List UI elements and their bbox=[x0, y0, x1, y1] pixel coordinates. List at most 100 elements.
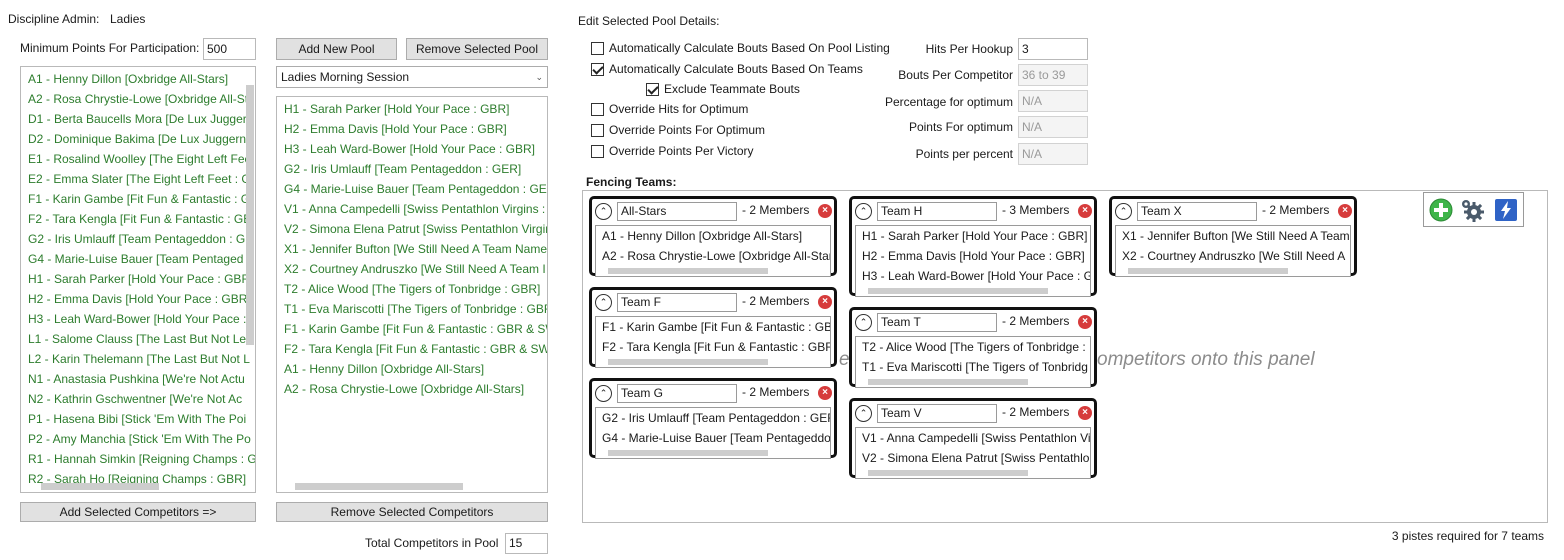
competitor-list-item[interactable]: P1 - Hasena Bibi [Stick 'Em With The Poi bbox=[28, 409, 255, 429]
auto-calc-pool-listing-checkbox[interactable]: Automatically Calculate Bouts Based On P… bbox=[591, 41, 890, 55]
pool-member-list[interactable]: H1 - Sarah Parker [Hold Your Pace : GBR]… bbox=[276, 96, 548, 493]
team-card[interactable]: ⌃ All-Stars - 2 Members × A1 - Henny Dillon … bbox=[589, 196, 837, 277]
team-member-hscroll[interactable] bbox=[868, 470, 1028, 476]
chevron-up-icon[interactable]: ⌃ bbox=[855, 314, 872, 331]
pool-member-item[interactable]: G2 - Iris Umlauff [Team Pentageddon : GE… bbox=[284, 159, 547, 179]
team-member-item[interactable]: V2 - Simona Elena Patrut [Swiss Pentathl… bbox=[856, 448, 1090, 468]
team-member-item[interactable]: T2 - Alice Wood [The Tigers of Tonbridge… bbox=[856, 337, 1090, 357]
pool-member-item[interactable]: F1 - Karin Gambe [Fit Fun & Fantastic : … bbox=[284, 319, 547, 339]
team-member-item[interactable]: H3 - Leah Ward-Bower [Hold Your Pace : G bbox=[856, 266, 1090, 286]
team-card[interactable]: ⌃ Team H - 3 Members × H1 - Sarah Parker [Ho… bbox=[849, 196, 1097, 297]
team-card[interactable]: ⌃ Team X - 2 Members × X1 - Jennifer Bufton … bbox=[1109, 196, 1357, 277]
settings-gear-icon[interactable] bbox=[1460, 198, 1484, 222]
chevron-up-icon[interactable]: ⌃ bbox=[855, 203, 872, 220]
competitor-list-item[interactable]: N1 - Anastasia Pushkina [We're Not Actu bbox=[28, 369, 255, 389]
pool-member-item[interactable]: H1 - Sarah Parker [Hold Your Pace : GBR] bbox=[284, 99, 547, 119]
delete-team-icon[interactable]: × bbox=[818, 295, 832, 309]
competitor-list-item[interactable]: F1 - Karin Gambe [Fit Fun & Fantastic : … bbox=[28, 189, 255, 209]
checkbox-box[interactable] bbox=[591, 123, 604, 137]
delete-team-icon[interactable]: × bbox=[1078, 204, 1092, 218]
competitor-list-item[interactable]: H2 - Emma Davis [Hold Your Pace : GBR] bbox=[28, 289, 255, 309]
competitor-list-item[interactable]: H1 - Sarah Parker [Hold Your Pace : GBR] bbox=[28, 269, 255, 289]
hits-per-hookup-input[interactable]: 3 bbox=[1018, 38, 1088, 60]
team-member-list[interactable]: H1 - Sarah Parker [Hold Your Pace : GBR]… bbox=[855, 225, 1091, 297]
team-member-list[interactable]: V1 - Anna Campedelli [Swiss Pentathlon V… bbox=[855, 427, 1091, 479]
competitor-list-item[interactable]: A2 - Rosa Chrystie-Lowe [Oxbridge All-St bbox=[28, 89, 255, 109]
competitor-list-item[interactable]: R1 - Hannah Simkin [Reigning Champs : G bbox=[28, 449, 255, 469]
competitor-list-item[interactable]: D2 - Dominique Bakima [De Lux Juggern bbox=[28, 129, 255, 149]
team-name-input[interactable]: Team X bbox=[1137, 202, 1257, 221]
team-card[interactable]: ⌃ Team V - 2 Members × V1 - Anna Campedelli … bbox=[849, 398, 1097, 479]
team-name-input[interactable]: Team G bbox=[617, 384, 737, 403]
team-member-list[interactable]: X1 - Jennifer Bufton [We Still Need A Te… bbox=[1115, 225, 1351, 277]
team-member-list[interactable]: T2 - Alice Wood [The Tigers of Tonbridge… bbox=[855, 336, 1091, 388]
checkbox-box[interactable] bbox=[646, 82, 659, 96]
pool-member-item[interactable]: H3 - Leah Ward-Bower [Hold Your Pace : G… bbox=[284, 139, 547, 159]
pool-member-item[interactable]: V1 - Anna Campedelli [Swiss Pentathlon V… bbox=[284, 199, 547, 219]
team-member-item[interactable]: H1 - Sarah Parker [Hold Your Pace : GBR] bbox=[856, 226, 1090, 246]
pool-member-item[interactable]: T1 - Eva Mariscotti [The Tigers of Tonbr… bbox=[284, 299, 547, 319]
team-card[interactable]: ⌃ Team F - 2 Members × F1 - Karin Gambe [Fit… bbox=[589, 287, 837, 368]
team-member-item[interactable]: X2 - Courtney Andruszko [We Still Need A bbox=[1116, 246, 1350, 266]
competitor-list-item[interactable]: D1 - Berta Baucells Mora [De Lux Jugger bbox=[28, 109, 255, 129]
delete-team-icon[interactable]: × bbox=[1078, 315, 1092, 329]
team-name-input[interactable]: Team V bbox=[877, 404, 997, 423]
competitor-list-item[interactable]: F2 - Tara Kengla [Fit Fun & Fantastic : … bbox=[28, 209, 255, 229]
add-team-icon[interactable] bbox=[1429, 198, 1453, 222]
team-member-item[interactable]: X1 - Jennifer Bufton [We Still Need A Te… bbox=[1116, 226, 1350, 246]
checkbox-box[interactable] bbox=[591, 102, 604, 116]
delete-team-icon[interactable]: × bbox=[818, 204, 832, 218]
remove-selected-pool-button[interactable]: Remove Selected Pool bbox=[406, 38, 548, 60]
team-card[interactable]: ⌃ Team G - 2 Members × G2 - Iris Umlauff [Te… bbox=[589, 378, 837, 459]
remove-selected-competitors-button[interactable]: Remove Selected Competitors bbox=[276, 502, 548, 522]
team-member-item[interactable]: G2 - Iris Umlauff [Team Pentageddon : GE… bbox=[596, 408, 830, 428]
pool-list-hscroll[interactable] bbox=[295, 483, 463, 490]
team-name-input[interactable]: Team T bbox=[877, 313, 997, 332]
team-member-item[interactable]: G4 - Marie-Luise Bauer [Team Pentageddo bbox=[596, 428, 830, 448]
override-hits-checkbox[interactable]: Override Hits for Optimum bbox=[591, 102, 748, 116]
add-selected-competitors-button[interactable]: Add Selected Competitors => bbox=[20, 502, 256, 522]
team-member-item[interactable]: F2 - Tara Kengla [Fit Fun & Fantastic : … bbox=[596, 337, 830, 357]
pool-member-item[interactable]: H2 - Emma Davis [Hold Your Pace : GBR] bbox=[284, 119, 547, 139]
delete-team-icon[interactable]: × bbox=[818, 386, 832, 400]
checkbox-box[interactable] bbox=[591, 62, 604, 76]
team-member-item[interactable]: V1 - Anna Campedelli [Swiss Pentathlon V… bbox=[856, 428, 1090, 448]
team-card[interactable]: ⌃ Team T - 2 Members × T2 - Alice Wood [The … bbox=[849, 307, 1097, 388]
chevron-up-icon[interactable]: ⌃ bbox=[595, 294, 612, 311]
delete-team-icon[interactable]: × bbox=[1078, 406, 1092, 420]
competitor-list-item[interactable]: H3 - Leah Ward-Bower [Hold Your Pace : bbox=[28, 309, 255, 329]
chevron-up-icon[interactable]: ⌃ bbox=[595, 385, 612, 402]
delete-team-icon[interactable]: × bbox=[1338, 204, 1352, 218]
min-points-input[interactable]: 500 bbox=[203, 38, 256, 60]
override-points-checkbox[interactable]: Override Points For Optimum bbox=[591, 123, 765, 137]
competitor-list-item[interactable]: L1 - Salome Clauss [The Last But Not Lea bbox=[28, 329, 255, 349]
team-member-hscroll[interactable] bbox=[868, 379, 1028, 385]
competitor-list-hscroll[interactable] bbox=[41, 483, 159, 490]
pool-member-item[interactable]: A1 - Henny Dillon [Oxbridge All-Stars] bbox=[284, 359, 547, 379]
team-member-list[interactable]: A1 - Henny Dillon [Oxbridge All-Stars] A2… bbox=[595, 225, 831, 277]
team-member-item[interactable]: F1 - Karin Gambe [Fit Fun & Fantastic : … bbox=[596, 317, 830, 337]
auto-generate-icon[interactable] bbox=[1494, 198, 1518, 222]
team-member-item[interactable]: T1 - Eva Mariscotti [The Tigers of Tonbr… bbox=[856, 357, 1090, 377]
auto-calc-teams-checkbox[interactable]: Automatically Calculate Bouts Based On T… bbox=[591, 62, 863, 76]
pool-member-item[interactable]: G4 - Marie-Luise Bauer [Team Pentageddon… bbox=[284, 179, 547, 199]
chevron-up-icon[interactable]: ⌃ bbox=[595, 203, 612, 220]
competitor-list-item[interactable]: P2 - Amy Manchia [Stick 'Em With The Po bbox=[28, 429, 255, 449]
competitor-list-item[interactable]: E2 - Emma Slater [The Eight Left Feet : … bbox=[28, 169, 255, 189]
competitor-list-item[interactable]: N2 - Kathrin Gschwentner [We're Not Ac bbox=[28, 389, 255, 409]
team-member-list[interactable]: F1 - Karin Gambe [Fit Fun & Fantastic : … bbox=[595, 316, 831, 368]
team-member-hscroll[interactable] bbox=[868, 288, 1048, 294]
pool-select[interactable]: Ladies Morning Session ⌄ bbox=[276, 66, 548, 88]
team-name-input[interactable]: All-Stars bbox=[617, 202, 737, 221]
chevron-up-icon[interactable]: ⌃ bbox=[855, 405, 872, 422]
pool-member-item[interactable]: X1 - Jennifer Bufton [We Still Need A Te… bbox=[284, 239, 547, 259]
competitor-list-item[interactable]: G4 - Marie-Luise Bauer [Team Pentaged bbox=[28, 249, 255, 269]
competitor-list[interactable]: A1 - Henny Dillon [Oxbridge All-Stars] A2… bbox=[20, 66, 256, 493]
competitor-list-item[interactable]: G2 - Iris Umlauff [Team Pentageddon : G bbox=[28, 229, 255, 249]
team-member-list[interactable]: G2 - Iris Umlauff [Team Pentageddon : GE… bbox=[595, 407, 831, 459]
add-new-pool-button[interactable]: Add New Pool bbox=[276, 38, 397, 60]
pool-member-item[interactable]: V2 - Simona Elena Patrut [Swiss Pentathl… bbox=[284, 219, 547, 239]
exclude-teammate-bouts-checkbox[interactable]: Exclude Teammate Bouts bbox=[646, 82, 800, 96]
team-member-hscroll[interactable] bbox=[608, 359, 768, 365]
team-member-hscroll[interactable] bbox=[608, 450, 768, 456]
